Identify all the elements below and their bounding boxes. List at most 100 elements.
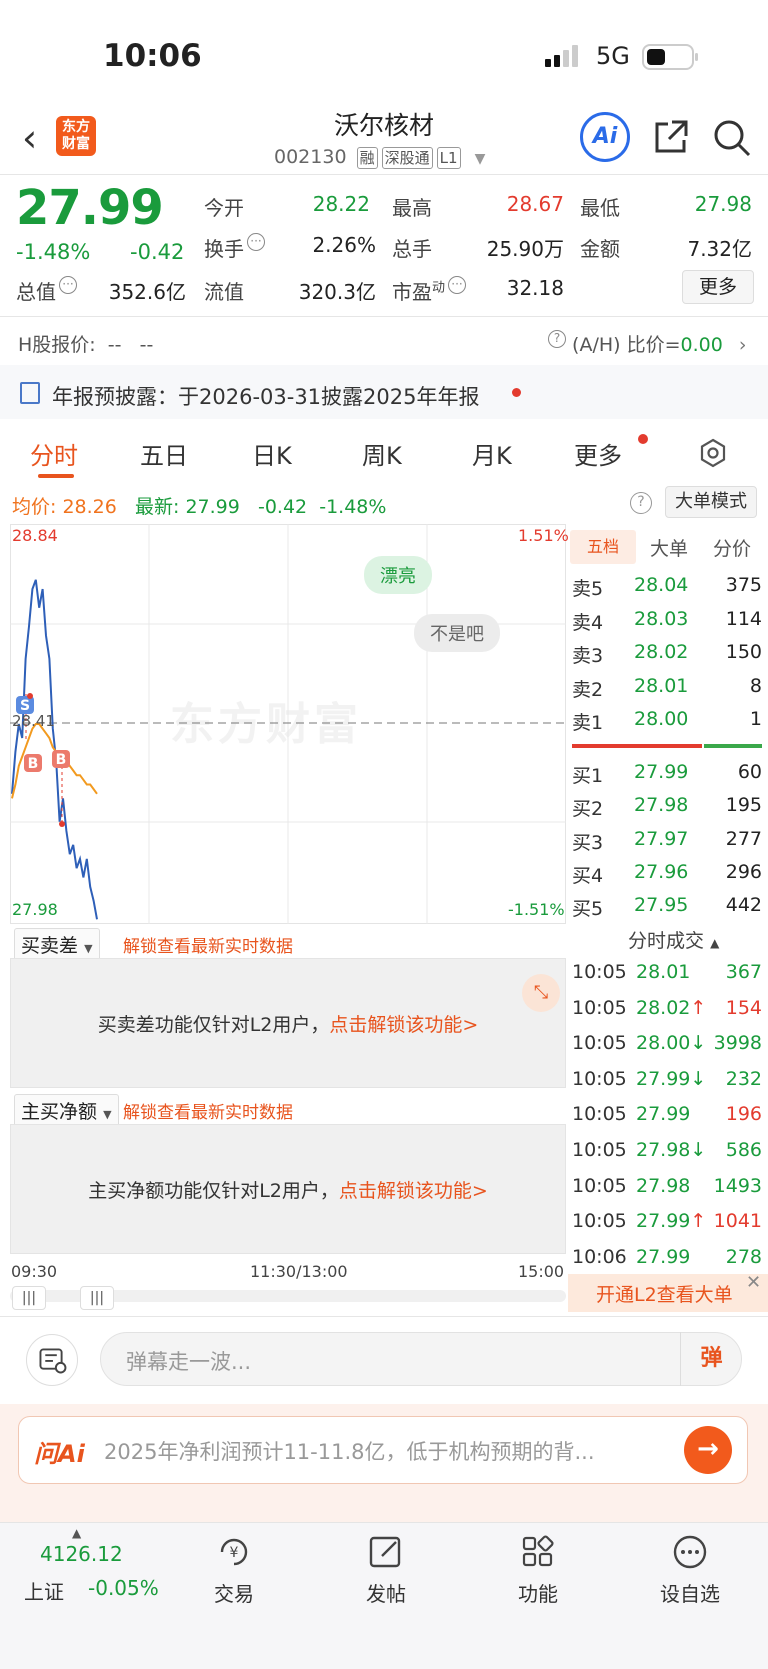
nav-add-watchlist[interactable]: 设自选: [650, 1578, 730, 1607]
share-icon[interactable]: [652, 118, 690, 156]
danmaku-bubble: 不是吧: [414, 614, 500, 652]
tick-price: 27.98↓: [636, 1139, 707, 1161]
nav-trade[interactable]: 交易: [194, 1578, 274, 1607]
tab-five-levels[interactable]: 五档: [570, 530, 636, 564]
tag-connect: 深股通: [381, 147, 433, 169]
expand-icon[interactable]: ⤡: [522, 974, 560, 1012]
ask-row: 卖3 28.02 150: [572, 641, 762, 667]
trade-icon[interactable]: ¥: [214, 1532, 254, 1572]
ask-row: 卖1 28.00 1: [572, 708, 762, 734]
caret-up-icon: ▲: [710, 936, 720, 950]
market-cap-value: 352.6亿: [108, 280, 186, 304]
tag-level: L1: [436, 147, 461, 169]
tick-volume: 278: [725, 1245, 762, 1268]
change-amount: -0.42: [130, 240, 185, 264]
ai-button[interactable]: Ai: [580, 112, 630, 162]
nav-functions[interactable]: 功能: [498, 1578, 578, 1607]
tick-time: 10:05: [572, 1174, 627, 1197]
indicator-select[interactable]: 主买净额 ▼: [14, 1094, 119, 1127]
change-percent: -1.48%: [16, 240, 91, 264]
help-icon[interactable]: ?: [630, 492, 652, 514]
index-change[interactable]: -0.05%: [88, 1576, 159, 1600]
info-icon[interactable]: ···: [247, 233, 265, 251]
tick-row: 10:05 28.00↓ 3998: [572, 1032, 762, 1062]
bid-row: 买2 27.98 195: [572, 794, 762, 820]
open-value: 28.22: [312, 192, 370, 216]
gear-icon[interactable]: [698, 438, 728, 468]
info-icon[interactable]: ···: [448, 276, 467, 294]
tick-row: 10:05 28.02↑ 154: [572, 997, 762, 1027]
tab-underline: [38, 474, 74, 478]
battery-icon: [642, 44, 698, 70]
notice-dot: [512, 388, 521, 397]
locked-panel-message: 主买净额功能仅针对L2用户，点击解锁该功能>: [88, 1180, 488, 1202]
tick-volume: 3998: [713, 1032, 762, 1055]
info-icon[interactable]: ···: [59, 276, 77, 294]
svg-text:¥: ¥: [230, 1545, 239, 1561]
tick-time: 10:05: [572, 996, 627, 1019]
chevron-down-icon: ▼: [84, 942, 93, 955]
chart-summary: 均价: 28.26 最新: 27.99 -0.42 -1.48%: [12, 496, 387, 518]
tick-volume: 1041: [713, 1210, 762, 1233]
tick-row: 10:05 27.99 196: [572, 1103, 762, 1133]
tick-price: 28.01: [636, 961, 691, 983]
status-bar: 10:06 5G: [0, 0, 768, 110]
ask-row: 卖5 28.04 375: [572, 574, 762, 600]
tick-time: 10:06: [572, 1245, 627, 1268]
stock-code-row[interactable]: 002130 融深股通 L1 ▼: [274, 146, 485, 169]
search-icon[interactable]: [712, 118, 752, 158]
intraday-chart[interactable]: S B B: [10, 524, 566, 924]
y-label-top: 28.84: [12, 526, 58, 545]
ask-ai-prompt[interactable]: 2025年净利润预计11-11.8亿，低于机构预期的背...: [104, 1436, 595, 1466]
volume-label: 总手: [392, 237, 432, 261]
index-value[interactable]: 4126.12: [40, 1542, 123, 1566]
help-icon: ?: [548, 330, 566, 348]
x-label-open: 09:30: [11, 1262, 58, 1281]
tab-big-orders[interactable]: 大单: [650, 534, 688, 561]
pe-label: 市盈动 ···: [392, 276, 467, 305]
unlock-feature-link[interactable]: 点击解锁该功能>: [329, 1014, 478, 1036]
big-order-mode-button[interactable]: 大单模式: [665, 486, 757, 518]
close-icon[interactable]: ✕: [746, 1272, 761, 1293]
danmaku-send-button[interactable]: 弹: [680, 1332, 742, 1386]
index-name[interactable]: 上证: [24, 1576, 64, 1605]
unlock-link[interactable]: 解锁查看最新实时数据: [123, 932, 293, 957]
range-handle-right[interactable]: |||: [80, 1286, 114, 1310]
more-button[interactable]: 更多: [682, 270, 754, 304]
buy-marker-label: B: [56, 752, 67, 768]
tick-time: 10:05: [572, 1032, 627, 1055]
more-dots-icon[interactable]: [670, 1532, 710, 1572]
network-label: 5G: [596, 42, 630, 70]
unlock-link[interactable]: 解锁查看最新实时数据: [123, 1098, 293, 1123]
unlock-feature-link[interactable]: 点击解锁该功能>: [339, 1180, 488, 1202]
chevron-right-icon: ›: [738, 334, 747, 356]
tab-monthly-k[interactable]: 月K: [472, 436, 512, 471]
tick-volume: 154: [725, 996, 762, 1019]
ah-ratio[interactable]: ? (A/H) 比价=0.00 ›: [545, 330, 747, 357]
chevron-down-icon: ▼: [474, 151, 486, 167]
indicator-select[interactable]: 买卖差 ▼: [14, 928, 100, 961]
apps-icon[interactable]: [518, 1532, 558, 1572]
range-handle-left[interactable]: |||: [12, 1286, 46, 1310]
tick-price: 27.99↓: [636, 1067, 707, 1090]
tick-time: 10:05: [572, 1139, 627, 1161]
locked-panel-message: 买卖差功能仅针对L2用户，点击解锁该功能>: [97, 1014, 479, 1036]
tab-five-day[interactable]: 五日: [140, 436, 188, 471]
pe-value: 32.18: [506, 276, 564, 300]
ticks-header[interactable]: 分时成交 ▲: [628, 926, 719, 953]
ask-row: 卖4 28.03 114: [572, 608, 762, 634]
nav-post[interactable]: 发帖: [346, 1578, 426, 1607]
tab-weekly-k[interactable]: 周K: [362, 436, 402, 471]
l2-banner-text[interactable]: 开通L2查看大单: [596, 1280, 733, 1307]
danmaku-settings-icon[interactable]: [26, 1334, 78, 1386]
arrow-right-icon[interactable]: →: [684, 1426, 732, 1474]
tab-daily-k[interactable]: 日K: [252, 436, 292, 471]
tick-time: 10:05: [572, 961, 627, 983]
pct-label-top: 1.51%: [518, 526, 569, 545]
turnover-value: 2.26%: [312, 233, 376, 257]
tab-intraday[interactable]: 分时: [30, 436, 78, 471]
document-icon: [20, 382, 40, 404]
post-icon[interactable]: [366, 1532, 406, 1572]
tab-price-dist[interactable]: 分价: [713, 534, 751, 561]
tab-more[interactable]: 更多: [574, 436, 622, 471]
